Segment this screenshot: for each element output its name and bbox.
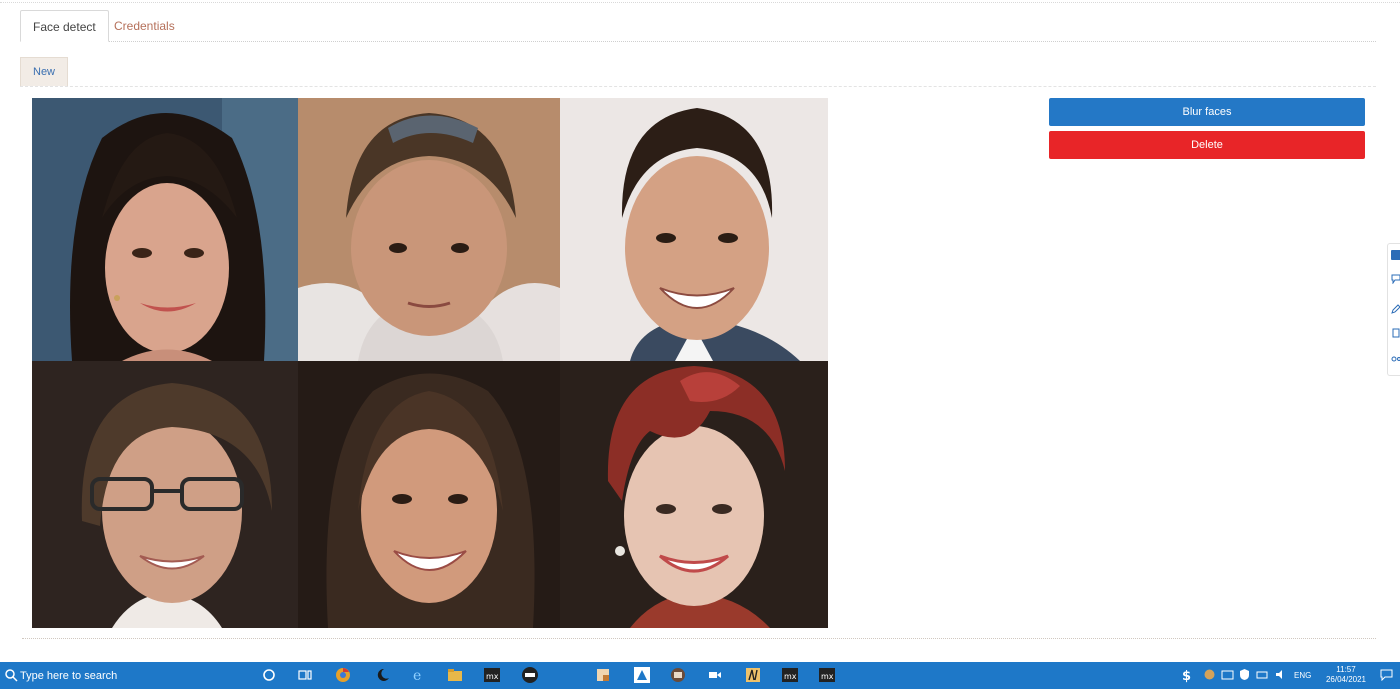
mx-app-icon[interactable]: mx: [483, 666, 501, 684]
taskbar-search-box[interactable]: Type here to search: [20, 670, 117, 682]
woman-red-hair-face-icon: [560, 361, 828, 628]
svg-text:$: $: [1182, 669, 1191, 683]
globe-tray-icon[interactable]: [1203, 668, 1216, 681]
keyboard-app-icon[interactable]: [521, 666, 539, 684]
face-tile-4: [32, 361, 298, 628]
clipboard-icon[interactable]: [1391, 328, 1400, 338]
notification-icon[interactable]: [1380, 669, 1393, 681]
bottom-divider: [22, 638, 1376, 639]
battery-tray-icon[interactable]: [1256, 668, 1269, 681]
woman-dark-hair-face-icon: [32, 98, 298, 361]
comment-icon[interactable]: [1391, 274, 1400, 285]
chrome-icon[interactable]: [334, 666, 352, 684]
svg-text:mx: mx: [821, 672, 834, 681]
video-camera-icon[interactable]: [706, 666, 724, 684]
shield-tray-icon[interactable]: [1238, 668, 1251, 681]
side-tool-panel: [1387, 243, 1400, 376]
language-indicator[interactable]: ENG: [1294, 671, 1311, 680]
woman-glasses-face-icon: [32, 361, 298, 628]
cortana-icon[interactable]: [260, 666, 278, 684]
sub-toolbar: New: [20, 57, 1376, 87]
man-smiling-face-icon: [560, 98, 828, 361]
new-button[interactable]: New: [20, 57, 69, 86]
boy-face-icon: [298, 98, 560, 361]
app-window: Face detect Credentials New Blur faces D…: [0, 0, 1400, 689]
azure-app-icon[interactable]: [633, 666, 651, 684]
svg-text:mx: mx: [486, 672, 499, 681]
tab-credentials[interactable]: Credentials: [102, 10, 187, 42]
remote-app-icon[interactable]: [669, 666, 687, 684]
svg-text:e: e: [413, 668, 421, 684]
face-tile-3: [560, 98, 828, 361]
face-tile-2: [298, 98, 560, 361]
clock-time: 11:57: [1336, 665, 1356, 674]
top-divider: [0, 2, 1400, 3]
face-tile-5: [298, 361, 560, 628]
face-tile-6: [560, 361, 828, 628]
mx-app-icon-2[interactable]: mx: [781, 666, 799, 684]
delete-button[interactable]: Delete: [1049, 131, 1365, 159]
clock[interactable]: 11:57 26/04/2021: [1322, 665, 1370, 685]
tab-bar: Face detect Credentials: [20, 10, 1376, 42]
blur-faces-button[interactable]: Blur faces: [1049, 98, 1365, 126]
link-icon[interactable]: [1391, 354, 1400, 364]
sticky-app-icon[interactable]: [744, 666, 762, 684]
notes-app-icon[interactable]: [594, 666, 612, 684]
network-tray-icon[interactable]: [1221, 668, 1234, 681]
file-explorer-icon[interactable]: [446, 666, 464, 684]
mx-app-icon-3[interactable]: mx: [818, 666, 836, 684]
pen-icon[interactable]: [1391, 304, 1400, 314]
svg-text:mx: mx: [784, 672, 797, 681]
task-view-icon[interactable]: [296, 666, 314, 684]
face-tile-1: [32, 98, 298, 361]
panel-app-icon[interactable]: [1391, 250, 1400, 260]
dollar-tray-icon[interactable]: $: [1180, 667, 1194, 683]
app-moon-icon[interactable]: [374, 666, 392, 684]
internet-explorer-icon[interactable]: e: [410, 666, 428, 684]
face-image-grid: [32, 98, 828, 628]
woman-long-hair-face-icon: [298, 361, 560, 628]
taskbar: Type here to search e mx mx mx $ ENG 11:…: [0, 662, 1400, 689]
search-icon[interactable]: [4, 668, 18, 682]
clock-date: 26/04/2021: [1325, 675, 1367, 684]
tab-face-detect[interactable]: Face detect: [20, 10, 109, 42]
volume-tray-icon[interactable]: [1274, 668, 1287, 681]
